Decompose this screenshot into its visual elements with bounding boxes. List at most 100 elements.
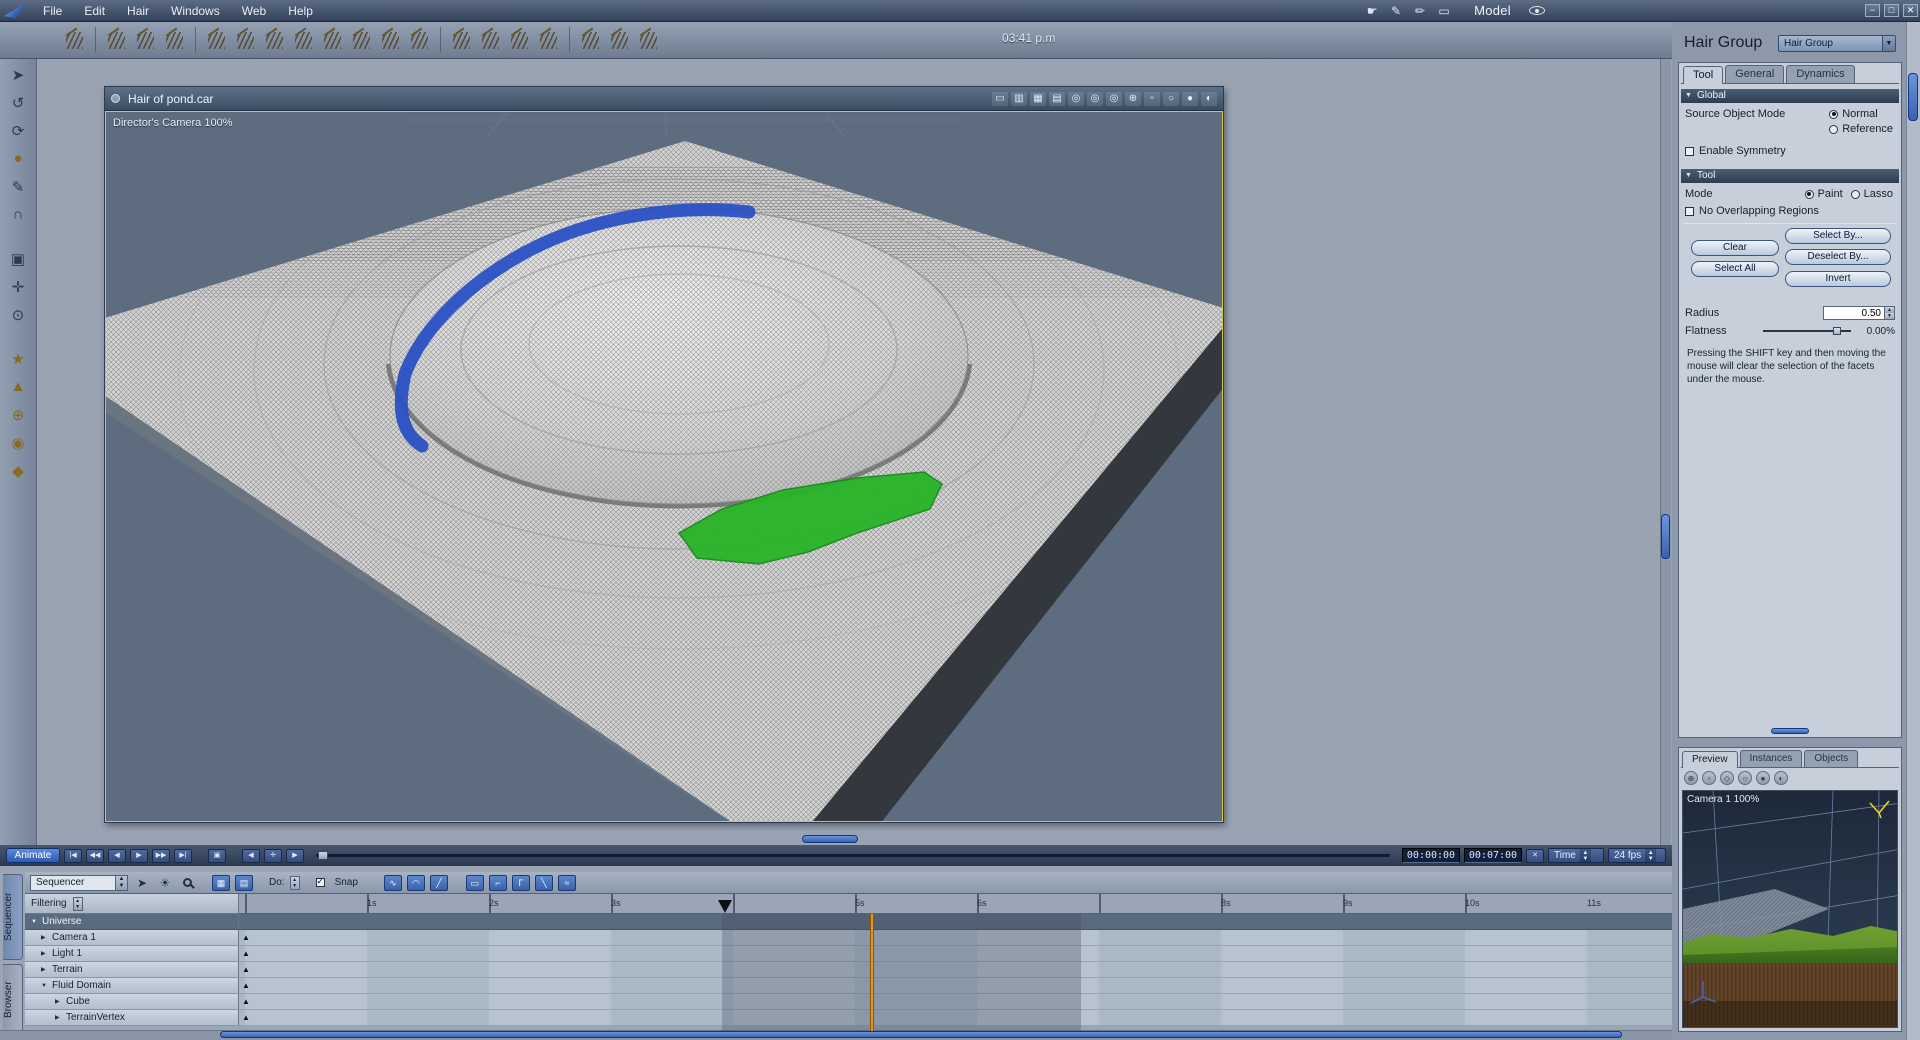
paint-tool-icon[interactable]: ● xyxy=(5,146,32,171)
hair-smooth-icon[interactable] xyxy=(320,28,345,53)
pane-split-h-icon[interactable]: ▥ xyxy=(1011,91,1027,106)
cursor-icon[interactable]: ➤ xyxy=(133,876,151,890)
go-end-button[interactable]: ▶| xyxy=(174,848,192,863)
hair-twist-icon[interactable] xyxy=(407,28,432,53)
track-row-light1[interactable]: ▶ Light 1 ▲ xyxy=(25,946,1672,962)
lasso-radio[interactable] xyxy=(1850,189,1860,199)
rewind-button[interactable]: ◀◀ xyxy=(86,848,104,863)
tab-tool[interactable]: Tool xyxy=(1683,66,1724,84)
wireframe-shading-icon[interactable]: ○ xyxy=(1163,91,1179,106)
global-section-header[interactable]: Global xyxy=(1681,89,1899,103)
hair-stiffness-icon[interactable] xyxy=(607,28,632,53)
track-row-camera1[interactable]: ▶ Camera 1 ▲ xyxy=(25,930,1672,946)
menu-edit[interactable]: Edit xyxy=(73,2,116,20)
track-lane[interactable]: ▲ xyxy=(239,930,1672,946)
grid-view-button[interactable]: ▦ xyxy=(212,874,230,891)
flatness-slider[interactable] xyxy=(1763,326,1851,336)
track-lane[interactable]: ▲ xyxy=(239,1010,1672,1026)
tab-preview[interactable]: Preview xyxy=(1682,751,1738,768)
track-lane[interactable]: ▲ xyxy=(239,962,1672,978)
fast-forward-button[interactable]: ▶▶ xyxy=(152,848,170,863)
menu-help[interactable]: Help xyxy=(277,2,324,20)
keyframe-marker[interactable]: ▲ xyxy=(242,933,250,943)
track-lane[interactable]: ▲ xyxy=(239,978,1672,994)
prev-keyframe-button[interactable]: ◀ xyxy=(242,848,260,863)
orbit-icon[interactable]: ⊕ xyxy=(1125,91,1141,106)
magnifier-icon[interactable] xyxy=(183,878,192,887)
animation-end-marker[interactable] xyxy=(870,914,874,1032)
track-lane[interactable]: ▲ xyxy=(239,994,1672,1010)
tab-objects[interactable]: Objects xyxy=(1804,750,1859,767)
track-row-cube[interactable]: ▶ Cube ▲ xyxy=(25,994,1672,1010)
hair-gravity-icon[interactable] xyxy=(636,28,661,53)
hair-clump-icon[interactable] xyxy=(378,28,403,53)
pane-grid-icon[interactable]: ▦ xyxy=(1030,91,1046,106)
main-vscrollbar[interactable] xyxy=(1661,514,1670,559)
bank-view-icon[interactable]: ▲ xyxy=(5,374,32,399)
tween-ramp-button[interactable]: ╱ xyxy=(429,874,448,891)
zoom-tool-icon[interactable]: ⊙ xyxy=(5,302,32,327)
normal-radio[interactable] xyxy=(1829,109,1839,119)
clear-time-button[interactable]: ✕ xyxy=(1526,848,1544,863)
current-time-field[interactable]: 00:00:00 xyxy=(1402,848,1460,863)
menu-hair[interactable]: Hair xyxy=(116,2,160,20)
flat-shading-icon[interactable]: ● xyxy=(1182,91,1198,106)
keyframe-marker[interactable]: ▲ xyxy=(242,949,250,959)
hair-cut-icon[interactable] xyxy=(162,28,187,53)
step-back-button[interactable]: ◀ xyxy=(108,848,126,863)
hair-curl-icon[interactable] xyxy=(204,28,229,53)
track-lane[interactable] xyxy=(239,914,1672,930)
add-keyframe-button[interactable]: ✛ xyxy=(264,848,282,863)
hair-length-icon[interactable] xyxy=(291,28,316,53)
enable-symmetry-checkbox[interactable] xyxy=(1685,146,1694,156)
track-row-fluid-domain[interactable]: ▼ Fluid Domain ▲ xyxy=(25,978,1672,994)
paint-radio[interactable] xyxy=(1804,189,1814,199)
preview-orbit-icon[interactable]: ⊕ xyxy=(1684,771,1698,785)
select-by-button[interactable]: Select By... xyxy=(1785,228,1891,244)
keyframe-marker[interactable]: ▲ xyxy=(242,965,250,975)
pen-icon[interactable]: ✎ xyxy=(1386,4,1406,18)
filtering-control[interactable]: Filtering ▲ ▼ xyxy=(25,894,239,914)
clear-button[interactable]: Clear xyxy=(1691,240,1779,256)
tween-ease-button[interactable]: ◠ xyxy=(406,874,425,891)
window-collapse-icon[interactable] xyxy=(111,94,120,103)
next-keyframe-button[interactable]: ▶ xyxy=(286,848,304,863)
track-lane[interactable]: ▲ xyxy=(239,946,1672,962)
preview-shaded-icon[interactable]: ◐ xyxy=(1774,771,1788,785)
camera-view-3-icon[interactable]: ◎ xyxy=(1106,91,1122,106)
tab-dynamics[interactable]: Dynamics xyxy=(1786,65,1855,83)
play-button[interactable]: ▶ xyxy=(130,848,148,863)
hair-frizz-icon[interactable] xyxy=(349,28,374,53)
eyedropper-tool-icon[interactable]: ✎ xyxy=(5,174,32,199)
smooth-shading-icon[interactable]: ◐ xyxy=(1201,91,1217,106)
go-start-button[interactable]: |◀ xyxy=(64,848,82,863)
keyframe-marker[interactable]: ▲ xyxy=(242,1013,250,1023)
pane-single-icon[interactable]: ▭ xyxy=(992,91,1008,106)
list-view-button[interactable]: ▤ xyxy=(235,874,253,891)
hair-root-icon[interactable] xyxy=(478,28,503,53)
invert-button[interactable]: Invert xyxy=(1785,271,1891,287)
select-tool-icon[interactable]: ➤ xyxy=(5,62,32,87)
end-time-field[interactable]: 00:07:00 xyxy=(1464,848,1522,863)
pan-tool-icon[interactable]: ✛ xyxy=(5,274,32,299)
track-row-terrain[interactable]: ▶ Terrain ▲ xyxy=(25,962,1672,978)
hair-group-dropdown[interactable]: Hair Group ▼ xyxy=(1778,34,1896,52)
pencil-icon[interactable]: ✏ xyxy=(1410,4,1430,18)
bounding-box-icon[interactable]: ▫ xyxy=(1144,91,1160,106)
eraser-icon[interactable]: ▭ xyxy=(1434,4,1454,18)
viewport-hscrollbar[interactable] xyxy=(802,835,858,843)
camera-view-2-icon[interactable]: ◎ xyxy=(1087,91,1103,106)
dolly-view-icon[interactable]: ⊕ xyxy=(5,402,32,427)
do-stepper[interactable]: ▲ ▼ xyxy=(289,875,300,890)
maximize-button[interactable]: □ xyxy=(1884,4,1899,17)
tab-browser[interactable]: Browser xyxy=(3,964,23,1036)
filtering-stepper[interactable]: ▲ ▼ xyxy=(72,896,83,911)
preview-bbox-icon[interactable]: ▫ xyxy=(1702,771,1716,785)
time-mode-dropdown[interactable]: Time ▲ ▼ xyxy=(1548,848,1604,863)
main-vscroll-track[interactable] xyxy=(1660,59,1671,845)
tween-corner-button[interactable]: Γ xyxy=(511,874,530,891)
track-view-icon[interactable]: ◉ xyxy=(5,430,32,455)
tween-down-button[interactable]: ╲ xyxy=(534,874,553,891)
deselect-by-button[interactable]: Deselect By... xyxy=(1785,249,1891,265)
orbit-view-icon[interactable]: ★ xyxy=(5,346,32,371)
